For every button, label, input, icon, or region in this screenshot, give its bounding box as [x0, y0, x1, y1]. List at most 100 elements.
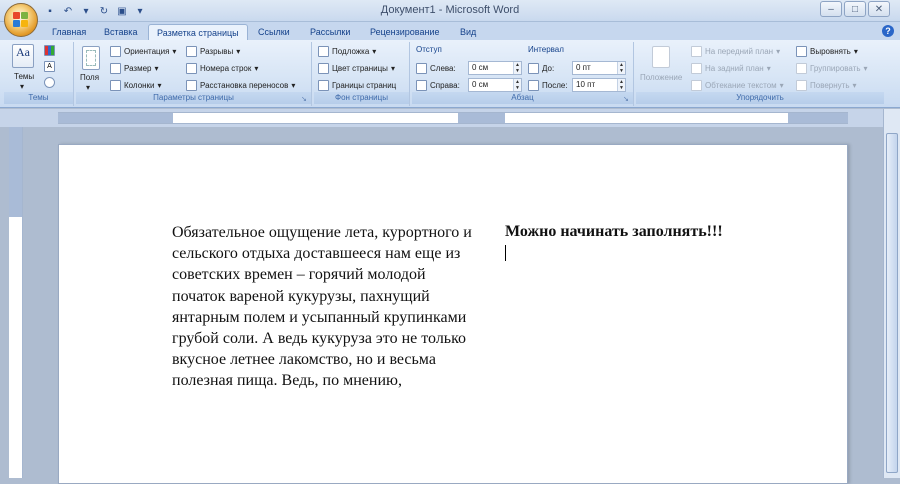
themes-button[interactable]: Темы — [14, 72, 34, 81]
scrollbar-thumb[interactable] — [886, 133, 898, 473]
ruler-right-margin — [788, 113, 848, 123]
ruler-strip — [58, 112, 848, 124]
tab-insert[interactable]: Вставка — [96, 24, 145, 40]
indent-label: Отступ — [416, 45, 442, 54]
themes-group-label: Темы — [4, 92, 73, 104]
hyphenation-button[interactable]: Расстановка переносов ▾ — [186, 80, 295, 91]
rotate-button[interactable]: Повернуть ▾ — [796, 80, 857, 91]
size-button[interactable]: Размер ▾ — [110, 63, 159, 74]
columns-icon — [110, 80, 121, 91]
breaks-icon — [186, 46, 197, 57]
spacing-after-input[interactable]: 10 пт ▲ ▼ — [572, 78, 626, 92]
text-cursor — [505, 245, 506, 261]
theme-colors-icon[interactable] — [44, 45, 55, 56]
page-background-group: Подложка ▾ Цвет страницы ▾ Границы стран… — [314, 42, 410, 106]
window-controls: – □ ✕ — [820, 1, 890, 17]
watermark-icon — [318, 46, 329, 57]
theme-fonts-icon[interactable]: A — [44, 61, 55, 72]
indent-right-icon — [416, 80, 427, 91]
tab-review[interactable]: Рецензирование — [362, 24, 448, 40]
watermark-button[interactable]: Подложка ▾ — [318, 46, 376, 57]
document-column-2[interactable]: Можно начинать заполнять!!! — [505, 223, 825, 241]
spacing-after-icon — [528, 80, 539, 91]
page-borders-button[interactable]: Границы страниц — [318, 80, 396, 91]
page-color-button[interactable]: Цвет страницы ▾ — [318, 63, 395, 74]
page-setup-group-label: Параметры страницы — [76, 92, 311, 104]
document-page[interactable]: Обязательное ощущение лета, курортного и… — [58, 144, 848, 484]
close-button[interactable]: ✕ — [868, 1, 890, 17]
bring-front-icon — [691, 46, 702, 57]
paragraph-group-label: Абзац — [412, 92, 633, 104]
indent-left-label: Слева: — [416, 63, 456, 74]
page-borders-icon — [318, 80, 329, 91]
page-background-group-label: Фон страницы — [314, 92, 409, 104]
minimize-button[interactable]: – — [820, 1, 842, 17]
tab-home[interactable]: Главная — [44, 24, 94, 40]
document-column-1[interactable]: Обязательное ощущение лета, курортного и… — [172, 222, 472, 392]
arrange-group-label: Упорядочить — [636, 92, 884, 104]
tab-page-layout[interactable]: Разметка страницы — [148, 24, 248, 40]
title-bar: ▪ ↶ ▾ ↻ ▣ ▾ Документ1 - Microsoft Word –… — [0, 0, 900, 22]
position-icon — [652, 46, 670, 68]
theme-effects-icon[interactable] — [44, 77, 55, 88]
breaks-button[interactable]: Разрывы ▾ — [186, 46, 240, 57]
window-title: Документ1 - Microsoft Word — [380, 4, 520, 16]
text-wrap-icon — [691, 80, 702, 91]
spacing-before-label: До: — [528, 63, 554, 74]
horizontal-ruler[interactable] — [0, 109, 900, 127]
align-icon — [796, 46, 807, 57]
vertical-ruler-top-margin — [9, 127, 22, 217]
margins-dropdown-icon[interactable]: ▾ — [86, 83, 90, 92]
group-icon — [796, 63, 807, 74]
margins-icon[interactable] — [82, 46, 100, 70]
spacing-label: Интервал — [528, 45, 564, 54]
size-icon — [110, 63, 121, 74]
paragraph-group: Отступ Слева: 0 см ▲ ▼ Справа: 0 см ▲ ▼ Инте… — [412, 42, 634, 106]
line-numbers-icon — [186, 63, 197, 74]
align-button[interactable]: Выровнять ▾ — [796, 46, 858, 57]
spacing-before-spinner-icon[interactable]: ▲ ▼ — [617, 62, 625, 74]
indent-left-icon — [416, 63, 427, 74]
themes-group: Aa Темы ▾ A Темы — [4, 42, 74, 106]
group-button[interactable]: Группировать ▾ — [796, 63, 868, 74]
margins-button[interactable]: Поля — [80, 73, 99, 82]
page-setup-group: Поля ▾ Ориентация ▾ Размер ▾ Колонки ▾ Р… — [76, 42, 312, 106]
vertical-ruler[interactable] — [9, 127, 23, 478]
send-back-icon — [691, 63, 702, 74]
ruler-column-gap[interactable] — [458, 113, 505, 123]
line-numbers-button[interactable]: Номера строк ▾ — [186, 63, 258, 74]
columns-button[interactable]: Колонки ▾ — [110, 80, 162, 91]
ribbon-tabs: Главная Вставка Разметка страницы Ссылки… — [0, 22, 900, 40]
rotate-icon — [796, 80, 807, 91]
vertical-scrollbar[interactable] — [883, 109, 900, 478]
bring-front-button[interactable]: На передний план ▾ — [691, 46, 780, 57]
indent-right-input[interactable]: 0 см ▲ ▼ — [468, 78, 522, 92]
send-back-button[interactable]: На задний план ▾ — [691, 63, 771, 74]
themes-icon[interactable]: Aa — [12, 44, 34, 68]
tab-references[interactable]: Ссылки — [250, 24, 298, 40]
indent-right-label: Справа: — [416, 80, 460, 91]
text-wrap-button[interactable]: Обтекание текстом ▾ — [691, 80, 784, 91]
spacing-before-input[interactable]: 0 пт ▲ ▼ — [572, 61, 626, 75]
indent-left-spinner-icon[interactable]: ▲ ▼ — [513, 62, 521, 74]
maximize-button[interactable]: □ — [844, 1, 866, 17]
indent-right-spinner-icon[interactable]: ▲ ▼ — [513, 79, 521, 91]
spacing-after-spinner-icon[interactable]: ▲ ▼ — [617, 79, 625, 91]
page-color-icon — [318, 63, 329, 74]
paragraph-launcher-icon[interactable]: ↘ — [623, 96, 630, 103]
office-button[interactable] — [4, 3, 38, 37]
position-button[interactable]: Положение — [640, 73, 682, 82]
orientation-icon — [110, 46, 121, 57]
page-setup-launcher-icon[interactable]: ↘ — [301, 96, 308, 103]
help-icon[interactable]: ? — [882, 25, 894, 37]
themes-dropdown-icon[interactable]: ▾ — [20, 82, 24, 91]
indent-left-input[interactable]: 0 см ▲ ▼ — [468, 61, 522, 75]
spacing-after-label: После: — [528, 80, 568, 91]
tab-mailings[interactable]: Рассылки — [302, 24, 358, 40]
orientation-button[interactable]: Ориентация ▾ — [110, 46, 176, 57]
office-logo-icon — [13, 12, 29, 28]
tab-view[interactable]: Вид — [452, 24, 484, 40]
arrange-group: Положение На передний план ▾ На задний п… — [636, 42, 884, 106]
ribbon: Aa Темы ▾ A Темы Поля ▾ Ориентация ▾ Раз… — [0, 40, 900, 108]
hyphenation-icon — [186, 80, 197, 91]
